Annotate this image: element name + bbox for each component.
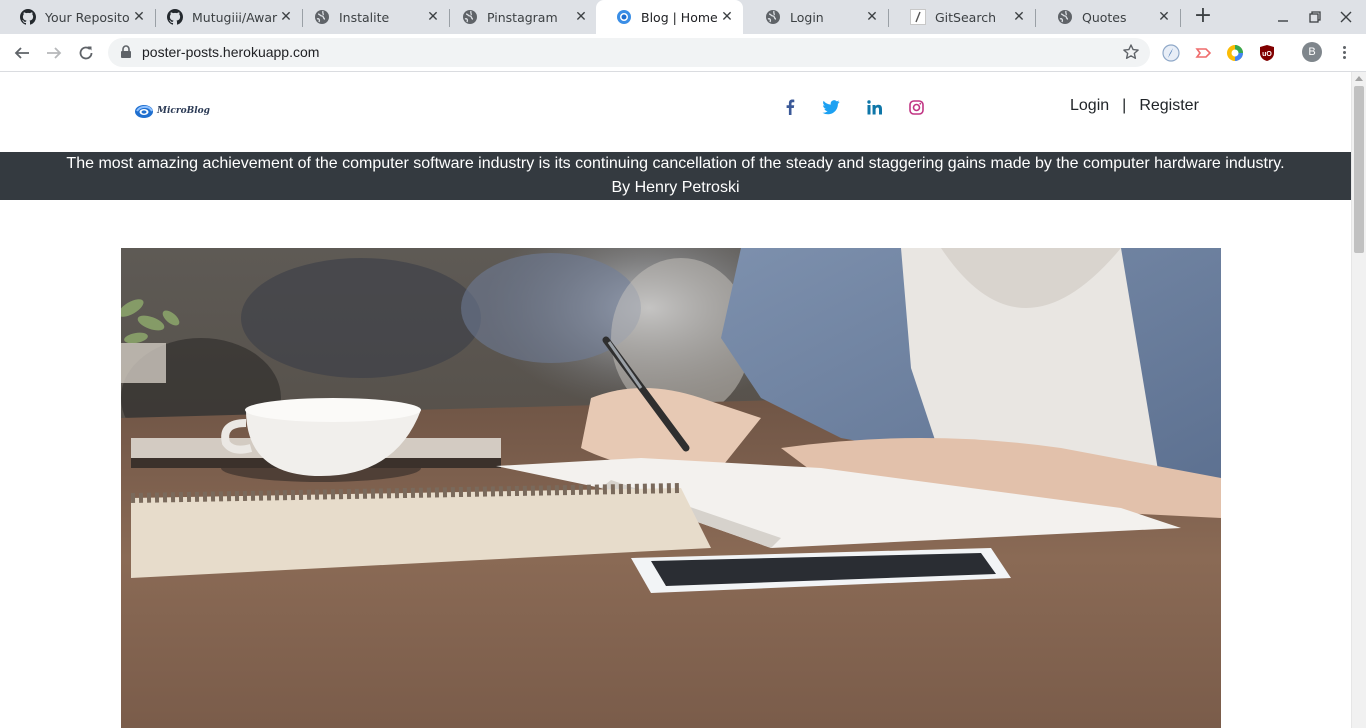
- extension-color-icon[interactable]: [1226, 44, 1244, 62]
- quote-text: The most amazing achievement of the comp…: [66, 155, 1285, 172]
- globe-icon: [765, 9, 781, 25]
- close-tab-icon[interactable]: ✕: [1011, 9, 1027, 25]
- linkedin-icon[interactable]: [865, 98, 883, 116]
- page-scrollbar[interactable]: [1351, 72, 1366, 728]
- microblog-logo-icon: [135, 105, 153, 118]
- quote-author: By Henry Petroski: [611, 179, 740, 196]
- site-header: MicroBlog Login | Register: [0, 72, 1351, 152]
- close-tab-icon[interactable]: ✕: [278, 9, 294, 25]
- forward-icon[interactable]: [44, 43, 64, 63]
- hero-image: [121, 248, 1221, 728]
- logo-text: MicroBlog: [157, 106, 210, 116]
- close-tab-icon[interactable]: ✕: [719, 9, 735, 25]
- close-tab-icon[interactable]: ✕: [1156, 9, 1172, 25]
- github-icon: [20, 9, 36, 25]
- lock-icon: [120, 45, 132, 64]
- globe-icon: [314, 9, 330, 25]
- quote-banner: The most amazing achievement of the comp…: [0, 152, 1351, 200]
- instagram-icon[interactable]: [907, 98, 925, 116]
- profile-avatar[interactable]: B: [1302, 42, 1322, 62]
- close-tab-icon[interactable]: ✕: [425, 9, 441, 25]
- microblog-icon: [616, 9, 632, 25]
- minimize-icon[interactable]: [1274, 8, 1292, 26]
- tab-instalite[interactable]: Instalite ✕: [294, 0, 450, 34]
- bookmark-star-icon[interactable]: [1122, 43, 1140, 66]
- tab-login[interactable]: Login ✕: [745, 0, 889, 34]
- login-link[interactable]: Login: [1070, 97, 1109, 115]
- register-link[interactable]: Register: [1139, 97, 1199, 115]
- github-icon: [167, 9, 183, 25]
- twitter-icon[interactable]: [822, 98, 840, 116]
- site-logo[interactable]: MicroBlog: [134, 103, 210, 119]
- reload-icon[interactable]: [76, 43, 96, 63]
- tab-mutugiii-awards[interactable]: Mutugiii/Awar ✕: [147, 0, 303, 34]
- close-tab-icon[interactable]: ✕: [131, 9, 147, 25]
- new-tab-button[interactable]: +: [1192, 5, 1214, 28]
- extension-cast-icon[interactable]: [1194, 44, 1212, 62]
- ublock-icon[interactable]: uO: [1258, 44, 1276, 62]
- restore-icon[interactable]: [1306, 8, 1324, 26]
- close-window-icon[interactable]: [1337, 8, 1355, 26]
- extension-compass-icon[interactable]: [1162, 44, 1180, 62]
- back-icon[interactable]: [12, 43, 32, 63]
- tab-strip: Your Reposito ✕ Mutugiii/Awar ✕ Instalit…: [0, 0, 1366, 34]
- facebook-icon[interactable]: [781, 98, 799, 116]
- scroll-up-icon[interactable]: [1355, 76, 1363, 81]
- auth-links: Login | Register: [1070, 97, 1199, 115]
- tab-pinstagram[interactable]: Pinstagram ✕: [442, 0, 597, 34]
- close-tab-icon[interactable]: ✕: [573, 9, 589, 25]
- close-tab-icon[interactable]: ✕: [864, 9, 880, 25]
- tab-your-repositories[interactable]: Your Reposito ✕: [0, 0, 156, 34]
- tab-blog-home[interactable]: Blog | Home ✕: [596, 0, 743, 34]
- url-text: poster-posts.herokuapp.com: [142, 44, 320, 60]
- globe-icon: [462, 9, 478, 25]
- browser-menu-icon[interactable]: [1336, 44, 1352, 62]
- page-viewport: MicroBlog Login | Register The most amaz…: [0, 72, 1351, 728]
- nav-separator: |: [1122, 97, 1127, 114]
- address-bar[interactable]: poster-posts.herokuapp.com: [108, 38, 1150, 67]
- slash-icon: [910, 9, 926, 25]
- tab-gitsearch[interactable]: GitSearch ✕: [890, 0, 1036, 34]
- tab-quotes[interactable]: Quotes ✕: [1037, 0, 1181, 34]
- svg-text:uO: uO: [1262, 51, 1272, 58]
- globe-icon: [1057, 9, 1073, 25]
- browser-toolbar: poster-posts.herokuapp.com uO B: [0, 34, 1366, 72]
- scrollbar-thumb[interactable]: [1354, 86, 1364, 253]
